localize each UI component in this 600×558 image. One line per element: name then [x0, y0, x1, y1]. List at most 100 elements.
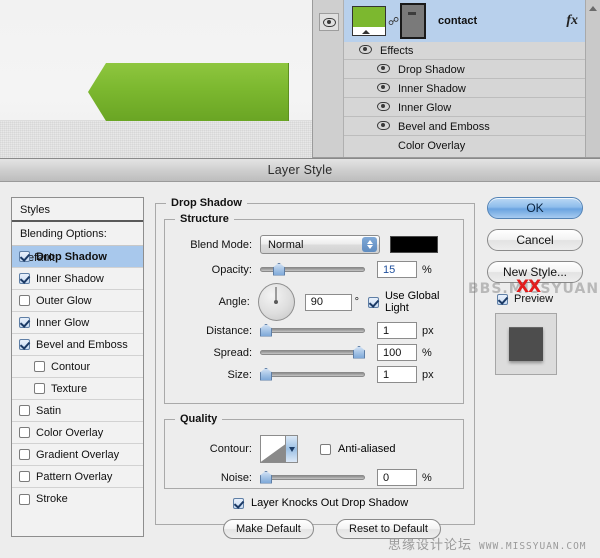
effect-visibility-toggle[interactable]: [376, 82, 390, 95]
ok-button[interactable]: OK: [487, 197, 583, 219]
preview-label: Preview: [514, 293, 554, 305]
effect-row-inner-shadow[interactable]: Inner Shadow: [344, 80, 586, 98]
noise-slider[interactable]: [260, 470, 365, 484]
effect-row-color-overlay[interactable]: Color Overlay: [344, 137, 586, 155]
effect-visibility-toggle[interactable]: [376, 63, 390, 76]
anti-aliased-checkbox[interactable]: [320, 443, 331, 455]
contour-preset-select[interactable]: [260, 435, 298, 463]
fx-icon[interactable]: fx: [566, 13, 578, 29]
checkbox-icon[interactable]: [19, 449, 30, 460]
effect-row-drop-shadow[interactable]: Drop Shadow: [344, 61, 586, 79]
dialog-titlebar[interactable]: Layer Style: [0, 159, 600, 182]
style-item-label: Gradient Overlay: [36, 448, 120, 461]
blend-mode-select[interactable]: Normal: [260, 235, 380, 254]
slider-track: [260, 350, 365, 355]
link-icon[interactable]: ☍: [388, 15, 399, 28]
effect-row-bevel-and-emboss[interactable]: Bevel and Emboss: [344, 118, 586, 136]
slider-thumb[interactable]: [260, 323, 272, 337]
layer-visibility-toggle[interactable]: [319, 13, 339, 31]
size-slider[interactable]: [260, 367, 365, 381]
reset-to-default-button[interactable]: Reset to Default: [336, 519, 441, 539]
styles-list-header[interactable]: Styles: [12, 198, 143, 222]
effects-header-row[interactable]: Effects: [344, 42, 586, 60]
checkbox-icon[interactable]: [19, 493, 30, 505]
style-item-label: Contour: [51, 360, 91, 373]
spread-input[interactable]: 100: [377, 344, 417, 361]
noise-unit: %: [422, 471, 432, 484]
angle-hub: [274, 300, 279, 304]
checkbox-icon[interactable]: [34, 383, 45, 394]
slider-thumb[interactable]: [353, 345, 365, 359]
opacity-input[interactable]: 15: [377, 261, 417, 278]
blending-options-item[interactable]: Blending Options: Default: [12, 222, 143, 264]
effect-visibility-toggle[interactable]: [376, 101, 390, 114]
effect-label: Inner Shadow: [398, 82, 466, 95]
layer-name[interactable]: contact: [438, 15, 477, 27]
style-item-pattern-overlay[interactable]: Pattern Overlay: [12, 466, 143, 488]
use-global-light-checkbox[interactable]: [367, 296, 379, 308]
style-item-contour[interactable]: Contour: [12, 356, 143, 378]
layers-scrollbar[interactable]: [585, 0, 600, 157]
layer-knocks-out-checkbox[interactable]: [233, 497, 244, 509]
styles-list[interactable]: Styles Blending Options: Default Drop Sh…: [11, 197, 144, 537]
checkbox-icon[interactable]: [19, 471, 30, 482]
size-input[interactable]: 1: [377, 366, 417, 383]
style-item-label: Satin: [36, 404, 62, 417]
eye-icon: [322, 17, 336, 27]
slider-thumb[interactable]: [260, 367, 272, 381]
checkbox-icon[interactable]: [19, 251, 30, 262]
effect-visibility-toggle[interactable]: [376, 120, 390, 133]
noise-label: Noise:: [220, 471, 252, 484]
blend-mode-label: Blend Mode:: [190, 238, 252, 251]
layer-knocks-out-label: Layer Knocks Out Drop Shadow: [251, 497, 409, 509]
make-default-button[interactable]: Make Default: [223, 519, 314, 539]
distance-unit: px: [422, 324, 434, 337]
effect-row-inner-glow[interactable]: Inner Glow: [344, 99, 586, 117]
eye-icon: [376, 63, 390, 73]
angle-input[interactable]: 90: [304, 293, 352, 311]
effects-visibility-toggle[interactable]: [358, 44, 372, 57]
slider-thumb[interactable]: [260, 470, 272, 484]
slider-thumb[interactable]: [273, 262, 285, 276]
spread-label: Spread:: [213, 346, 252, 359]
checkbox-icon[interactable]: [19, 273, 30, 284]
layer-mask-thumbnail[interactable]: [400, 3, 426, 39]
checkbox-icon[interactable]: [19, 427, 30, 438]
checkbox-icon[interactable]: [19, 295, 30, 306]
stepper-icon[interactable]: [362, 237, 377, 252]
shadow-color-swatch[interactable]: [390, 236, 438, 253]
checkbox-icon[interactable]: [34, 361, 45, 372]
style-item-inner-glow[interactable]: Inner Glow: [12, 312, 143, 334]
chevron-down-icon[interactable]: [285, 436, 297, 462]
style-item-outer-glow[interactable]: Outer Glow: [12, 290, 143, 312]
style-item-gradient-overlay[interactable]: Gradient Overlay: [12, 444, 143, 466]
style-item-texture[interactable]: Texture: [12, 378, 143, 400]
use-global-light-label: Use Global Light: [384, 290, 440, 314]
checkbox-icon[interactable]: [19, 317, 30, 328]
green-arrow-shape: [88, 63, 290, 124]
cancel-button[interactable]: Cancel: [487, 229, 583, 251]
distance-input[interactable]: 1: [377, 322, 417, 339]
noise-input[interactable]: 0: [377, 469, 417, 486]
spread-slider[interactable]: [260, 345, 365, 359]
distance-slider[interactable]: [260, 323, 365, 337]
drop-shadow-group-title: Drop Shadow: [166, 197, 247, 209]
effect-label: Color Overlay: [398, 140, 466, 152]
blend-mode-value: Normal: [268, 238, 304, 251]
angle-dial[interactable]: [257, 283, 295, 321]
style-item-stroke[interactable]: Stroke: [12, 488, 143, 510]
layer-thumbnail[interactable]: [352, 6, 386, 36]
style-item-color-overlay[interactable]: Color Overlay: [12, 422, 143, 444]
style-item-bevel-and-emboss[interactable]: Bevel and Emboss: [12, 334, 143, 356]
preview-checkbox[interactable]: [497, 293, 508, 305]
checkbox-icon[interactable]: [19, 405, 30, 416]
layer-row-contact[interactable]: ☍ contact fx: [344, 0, 600, 42]
style-item-satin[interactable]: Satin: [12, 400, 143, 422]
new-style-button[interactable]: New Style...: [487, 261, 583, 283]
green-arrow-fill: [88, 63, 289, 121]
chevron-up-icon[interactable]: [589, 6, 597, 11]
preview-toggle-row[interactable]: Preview: [497, 293, 589, 305]
style-item-inner-shadow[interactable]: Inner Shadow: [12, 268, 143, 290]
opacity-slider[interactable]: [260, 262, 365, 276]
checkbox-icon[interactable]: [19, 339, 30, 350]
